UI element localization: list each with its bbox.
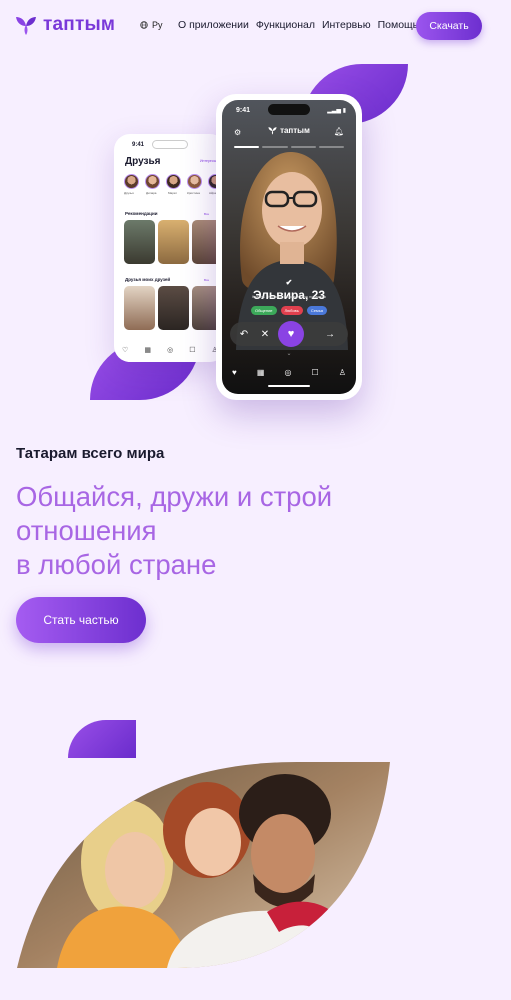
- profile-card: [158, 220, 189, 264]
- friends-of-friends-cards: [124, 286, 223, 330]
- profile-icon[interactable]: ♙: [339, 368, 346, 377]
- avatar: [124, 174, 139, 189]
- language-label: Ру: [152, 20, 163, 30]
- tag-family: Семья: [306, 306, 328, 315]
- target-icon[interactable]: ◎: [284, 368, 291, 377]
- interests-link: Интересы: [200, 159, 217, 163]
- action-bar: ↶ ✕ ♥ →: [230, 321, 348, 347]
- profile-screen: 9:41 ▂▃▅ ▮ ⚙ таптым 🔔︎ ✔ Эльвира, 23 Каз…: [222, 100, 356, 394]
- brand-name: таптым: [43, 14, 116, 35]
- chevron-down-icon[interactable]: ⌄: [222, 350, 356, 357]
- hero-headline-line: отношения: [16, 515, 157, 546]
- arrow-right-icon[interactable]: →: [322, 326, 338, 342]
- chat-icon[interactable]: ☐: [312, 368, 319, 377]
- avatar: [145, 174, 160, 189]
- download-button[interactable]: Скачать: [416, 12, 482, 40]
- avatar-name: Друзья: [124, 191, 134, 195]
- avatar-name: Дилара: [146, 191, 157, 195]
- nav-link-help[interactable]: Помощь: [378, 19, 419, 31]
- verified-icon: ✔: [285, 278, 293, 287]
- friends-photo: [17, 762, 390, 968]
- profile-location: Казань · Казань, Россия · Мне нравится: [251, 294, 327, 299]
- phone-time: 9:41: [236, 107, 251, 114]
- profile-card: [124, 220, 155, 264]
- app-brand: таптым: [280, 126, 310, 135]
- phone-notch: [268, 104, 310, 115]
- section-friends-of-friends-more: Все: [204, 278, 210, 282]
- phone-mockup-profile: 9:41 ▂▃▅ ▮ ⚙ таптым 🔔︎ ✔ Эльвира, 23 Каз…: [216, 94, 362, 400]
- hero-headline-line: в любой стране: [16, 549, 217, 580]
- tag-communication: Общение: [250, 306, 277, 315]
- grid-icon[interactable]: ▦: [144, 346, 151, 354]
- photo-progress: [234, 146, 344, 148]
- chat-icon[interactable]: ☐: [189, 346, 195, 354]
- section-recommendations-more: Все: [204, 212, 210, 216]
- tag-love: Любовь: [280, 306, 303, 315]
- heart-icon[interactable]: ♡: [122, 346, 128, 354]
- recommendation-cards: [124, 220, 223, 264]
- phone-notch: [152, 140, 188, 149]
- undo-icon[interactable]: ↶: [236, 326, 252, 342]
- home-indicator: [268, 385, 310, 387]
- target-icon[interactable]: ◎: [167, 346, 173, 354]
- section-friends-of-friends: Друзья моих друзей: [125, 277, 171, 282]
- decor-petal-middle: [68, 720, 136, 758]
- bell-icon[interactable]: 🔔︎: [334, 127, 344, 136]
- logo-icon: [268, 127, 277, 135]
- header: таптым Ру О приложении Функционал Интерв…: [0, 0, 511, 52]
- grid-icon[interactable]: ▦: [257, 368, 265, 377]
- phone-mockup-friends: 9:41 Друзья Интересы Друзья Дилара Марат…: [114, 134, 226, 362]
- main-nav: О приложении Функционал Интервью Помощь: [178, 19, 418, 31]
- profile-tags: Общение Любовь Семья: [222, 306, 356, 315]
- friends-avatars: [124, 174, 223, 189]
- brand-logo[interactable]: таптым: [15, 14, 115, 36]
- hero-tagline: Татарам всего мира: [16, 445, 165, 462]
- phone-time: 9:41: [132, 142, 145, 148]
- language-switcher[interactable]: Ру: [140, 20, 163, 30]
- bottom-nav: ♡ ▦ ◎ ☐ ♙: [114, 342, 226, 358]
- bottom-nav: ♥ ▦ ◎ ☐ ♙: [222, 368, 356, 377]
- profile-card: [158, 286, 189, 330]
- avatar: [166, 174, 181, 189]
- section-recommendations: Рекомендации: [125, 211, 158, 216]
- profile-card: [124, 286, 155, 330]
- nav-link-about[interactable]: О приложении: [178, 19, 249, 31]
- heart-icon[interactable]: ♥: [232, 368, 237, 377]
- globe-icon: [140, 21, 148, 29]
- profile-photo: [236, 151, 348, 350]
- hero-headline-line: Общайся, дружи и строй: [16, 481, 333, 512]
- join-button[interactable]: Стать частью: [16, 597, 146, 643]
- avatar: [187, 174, 202, 189]
- status-icons: ▂▃▅ ▮: [327, 108, 346, 114]
- friends-screen-title: Друзья: [125, 156, 161, 167]
- avatar-name: Кристина: [187, 191, 200, 195]
- nav-link-interview[interactable]: Интервью: [322, 19, 371, 31]
- hero-headline: Общайся, дружи и строй отношения в любой…: [16, 480, 436, 582]
- nav-link-features[interactable]: Функционал: [256, 19, 315, 31]
- avatar-name: Марат: [168, 191, 177, 195]
- close-icon[interactable]: ✕: [257, 326, 273, 342]
- like-heart-icon[interactable]: ♥: [278, 321, 304, 347]
- logo-icon: [16, 17, 36, 35]
